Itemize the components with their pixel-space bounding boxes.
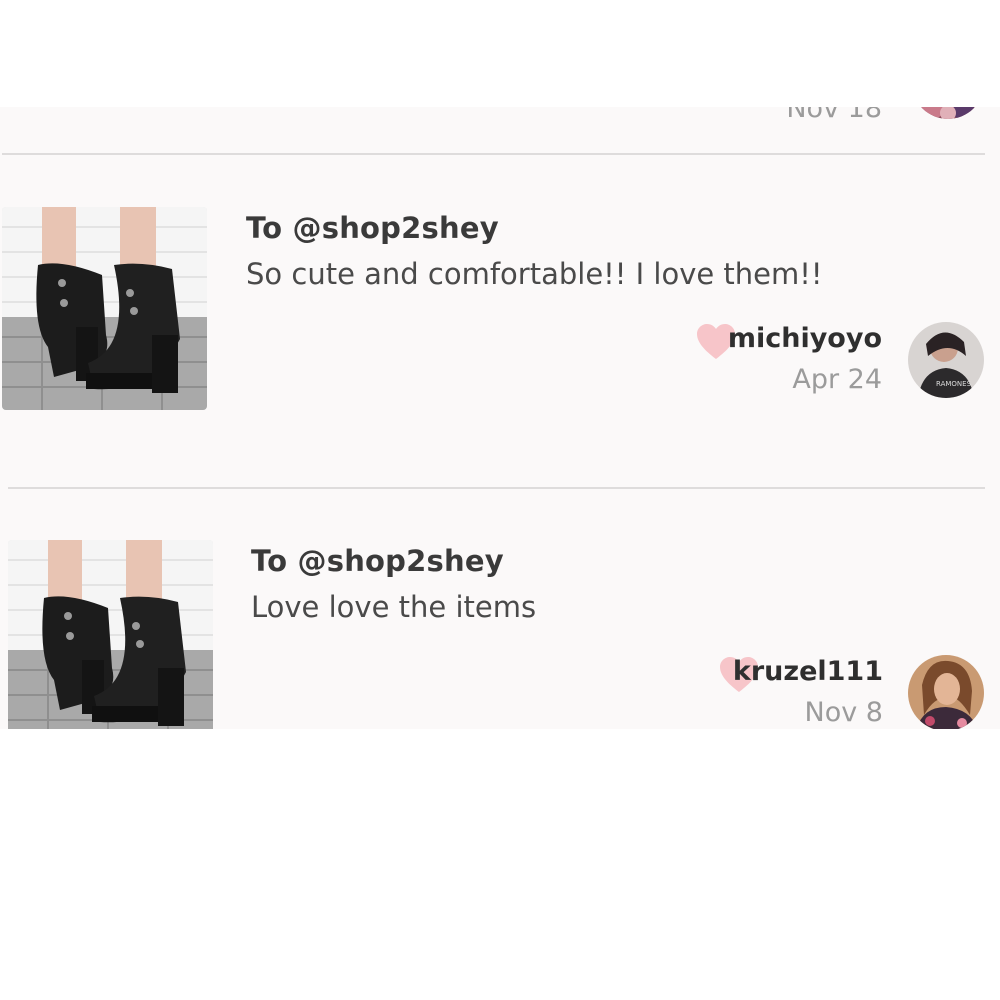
- review-recipient[interactable]: To @shop2shey: [251, 544, 504, 578]
- reviewer-username[interactable]: kruzel111: [683, 656, 883, 687]
- reviewer-avatar[interactable]: [908, 655, 984, 729]
- divider: [8, 487, 985, 489]
- divider: [2, 153, 985, 155]
- review-item: To @shop2shey So cute and comfortable!! …: [0, 207, 1000, 417]
- reviewer-avatar[interactable]: RAMONES: [908, 322, 984, 398]
- review-product-image[interactable]: [2, 207, 207, 410]
- reviewer-username[interactable]: michiyoyo: [682, 323, 882, 354]
- review-recipient[interactable]: To @shop2shey: [246, 211, 499, 245]
- review-date: Apr 24: [792, 364, 882, 395]
- review-text: So cute and comfortable!! I love them!!: [246, 257, 823, 291]
- avatar-shirt-print: RAMONES: [936, 380, 972, 388]
- reviews-feed[interactable]: Nov 18 To @shop2shey So cute and comfort…: [0, 107, 1000, 729]
- review-product-image[interactable]: [8, 540, 213, 729]
- review-date: Nov 8: [804, 697, 883, 728]
- previous-review-date: Nov 18: [786, 107, 882, 124]
- review-item: To @shop2shey Love love the items kruzel…: [0, 540, 1000, 729]
- screenshot-page: Nov 18 To @shop2shey So cute and comfort…: [0, 0, 1000, 1000]
- previous-review-avatar[interactable]: [912, 107, 984, 119]
- review-text: Love love the items: [251, 590, 537, 624]
